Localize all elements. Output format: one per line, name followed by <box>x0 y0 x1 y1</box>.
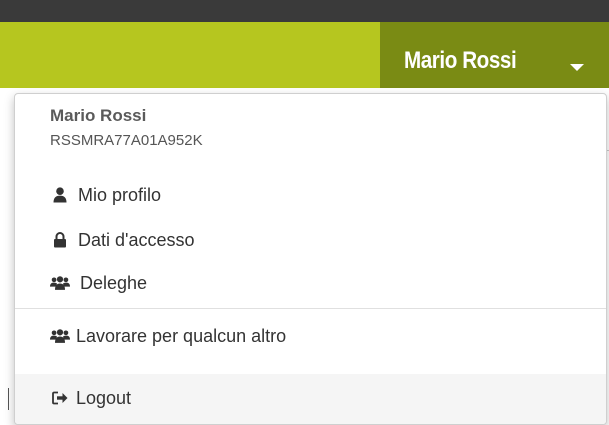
menu-item-label: Dati d'accesso <box>78 229 195 250</box>
menu-item-label: Logout <box>76 387 132 408</box>
chevron-down-icon[interactable] <box>570 64 584 71</box>
sign-out-icon <box>50 388 70 408</box>
menu-item-label: Mio profilo <box>78 184 162 205</box>
menu-item-work-for-other[interactable]: Lavorare per qualcun altro <box>15 317 606 355</box>
menu-item-profile[interactable]: Mio profilo <box>15 176 606 214</box>
menu-divider <box>15 308 606 309</box>
background-divider <box>8 388 9 410</box>
user-icon <box>50 185 70 205</box>
dropdown-user-name: Mario Rossi <box>50 106 147 125</box>
menu-item-label: Deleghe <box>80 272 148 293</box>
user-dropdown-menu: Mario Rossi RSSMRA77A01A952K Mio profilo… <box>14 93 607 425</box>
header-user-name[interactable]: Mario Rossi <box>404 47 517 75</box>
users-icon <box>50 273 70 293</box>
menu-item-access-data[interactable]: Dati d'accesso <box>15 221 606 259</box>
fiscal-code: RSSMRA77A01A952K <box>50 132 203 149</box>
menu-item-delegations[interactable]: Deleghe <box>15 264 606 302</box>
menu-item-label: Lavorare per qualcun altro <box>76 325 287 346</box>
users-icon <box>50 326 70 346</box>
top-strip <box>0 0 609 22</box>
logout-button[interactable]: Logout <box>15 379 606 417</box>
lock-icon <box>50 230 70 250</box>
